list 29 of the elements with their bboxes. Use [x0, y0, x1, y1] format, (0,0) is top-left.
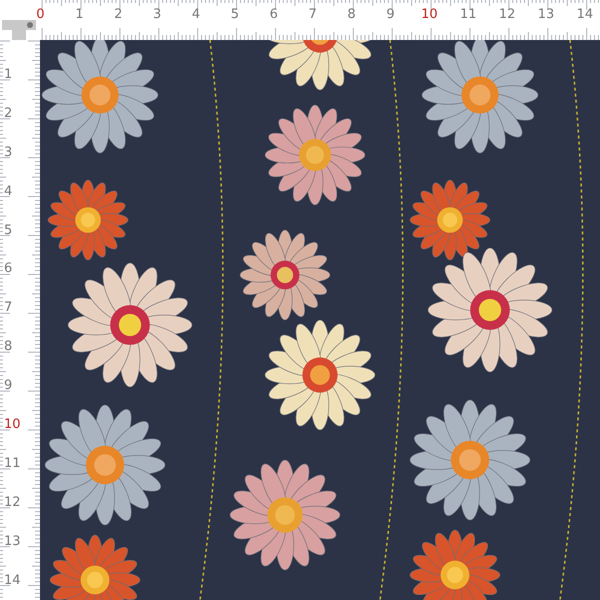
ruler-number: 5 — [4, 224, 12, 236]
ruler-number: 11 — [460, 8, 477, 21]
ruler-number: 12 — [498, 8, 516, 21]
ruler-number: 1 — [75, 8, 84, 21]
ruler-number: 10 — [4, 418, 21, 431]
ruler-number: 4 — [4, 184, 12, 198]
ruler-number: 8 — [347, 8, 356, 21]
ruler-number: 10 — [421, 8, 438, 21]
ruler-number: 3 — [4, 146, 12, 159]
ruler-number: 2 — [114, 8, 122, 21]
ruler-number: 13 — [4, 534, 21, 548]
ruler-number: 7 — [4, 301, 12, 314]
ruler-number: 12 — [4, 496, 21, 509]
ruler-number: 5 — [230, 8, 240, 21]
ruler-number: 7 — [308, 8, 317, 21]
ruler-number: 0 — [36, 8, 45, 21]
ruler-number: 14 — [576, 8, 594, 21]
ruler-number: 6 — [270, 8, 278, 21]
ruler-number: 14 — [4, 574, 21, 587]
ruler-number: 9 — [4, 379, 12, 392]
ruler-number: 4 — [192, 8, 200, 21]
ruler-number: 8 — [4, 340, 12, 354]
ruler-number: 6 — [4, 262, 12, 276]
ruler-number: 13 — [538, 8, 554, 21]
ruler-number: 2 — [4, 106, 12, 120]
ruler-number: 1 — [4, 68, 12, 81]
ruler-number: 9 — [386, 8, 395, 21]
ruler-number: 11 — [4, 456, 21, 470]
ruler-number: 3 — [152, 8, 162, 21]
